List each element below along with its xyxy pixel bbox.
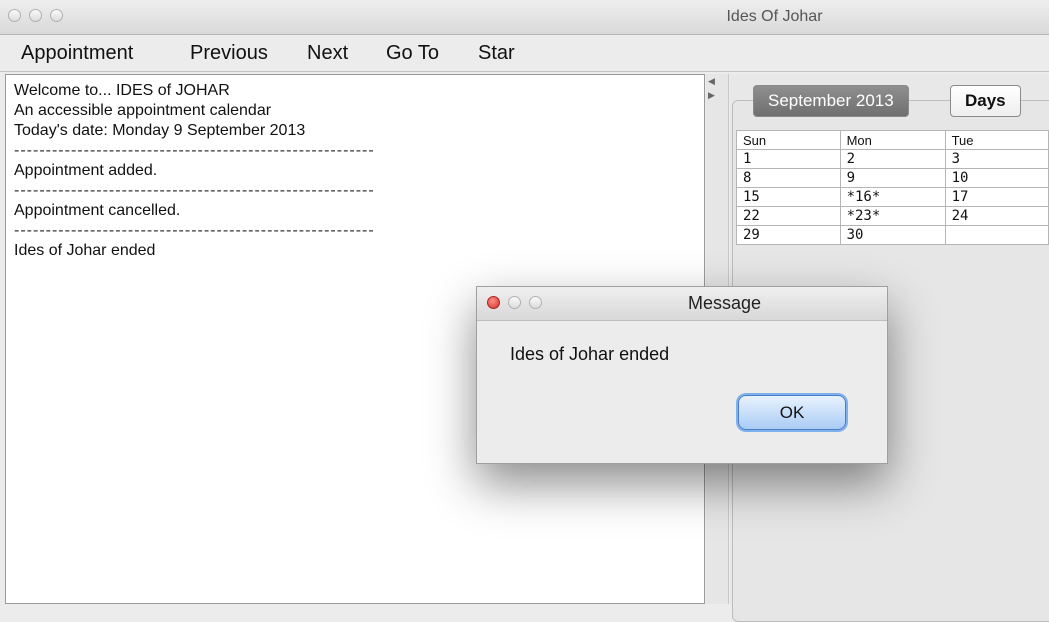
log-line: Ides of Johar ended	[14, 242, 156, 259]
calendar-day[interactable]: *23*	[839, 206, 946, 226]
calendar-grid: Sun Mon Tue 1 2 3 8 9 10 15 *16* 17 22 *…	[736, 130, 1049, 245]
log-divider: ----------------------------------------…	[14, 182, 375, 199]
tab-month[interactable]: September 2013	[753, 85, 909, 117]
dialog-titlebar: Message	[477, 287, 887, 321]
log-divider: ----------------------------------------…	[14, 142, 375, 159]
weekday-header: Sun	[736, 130, 841, 150]
menu-next[interactable]: Next	[307, 42, 348, 65]
calendar-day[interactable]: 8	[736, 168, 841, 188]
menu-appointment[interactable]: Appointment	[21, 42, 133, 65]
ok-button[interactable]: OK	[738, 395, 846, 430]
dialog-title: Message	[687, 293, 762, 313]
calendar-day[interactable]: *16*	[839, 187, 946, 207]
calendar-week-row: 22 *23* 24	[736, 206, 1049, 226]
collapse-right-icon[interactable]: ▶	[708, 90, 715, 101]
log-line: Today's date: Monday 9 September 2013	[14, 122, 306, 139]
calendar-week-row: 8 9 10	[736, 168, 1049, 188]
calendar-week-row: 29 30	[736, 225, 1049, 245]
menu-star[interactable]: Star	[478, 42, 515, 65]
calendar-day[interactable]: 22	[736, 206, 841, 226]
log-divider: ----------------------------------------…	[14, 222, 375, 239]
calendar-week-row: 1 2 3	[736, 149, 1049, 169]
log-line: An accessible appointment calendar	[14, 102, 272, 119]
calendar-day[interactable]: 17	[944, 187, 1049, 207]
calendar-day[interactable]: 3	[944, 149, 1049, 169]
dialog-message: Ides of Johar ended	[510, 344, 670, 364]
calendar-header-row: Sun Mon Tue	[736, 130, 1049, 150]
log-line: Appointment cancelled.	[14, 202, 181, 219]
calendar-day[interactable]: 2	[839, 149, 946, 169]
log-line: Appointment added.	[14, 162, 158, 179]
calendar-day[interactable]: 15	[736, 187, 841, 207]
menu-go-to[interactable]: Go To	[386, 42, 439, 65]
calendar-week-row: 15 *16* 17	[736, 187, 1049, 207]
calendar-day[interactable]: 1	[736, 149, 841, 169]
calendar-day[interactable]: 30	[839, 225, 946, 245]
window-titlebar: Ides Of Johar	[0, 0, 1049, 35]
collapse-left-icon[interactable]: ◀	[708, 76, 715, 87]
calendar-day[interactable]: 24	[944, 206, 1049, 226]
menu-bar: Appointment Previous Next Go To Star	[0, 35, 1049, 72]
log-line: Welcome to... IDES of JOHAR	[14, 82, 230, 99]
tab-days[interactable]: Days	[950, 85, 1021, 117]
calendar-day[interactable]: 29	[736, 225, 841, 245]
calendar-day[interactable]	[944, 225, 1049, 245]
menu-previous[interactable]: Previous	[190, 42, 268, 65]
calendar-day[interactable]: 10	[944, 168, 1049, 188]
message-dialog: Message Ides of Johar ended OK	[476, 286, 888, 464]
window-title: Ides Of Johar	[726, 8, 823, 25]
weekday-header: Mon	[839, 130, 946, 150]
weekday-header: Tue	[944, 130, 1049, 150]
dialog-window: Message Ides of Johar ended OK	[476, 286, 888, 464]
calendar-day[interactable]: 9	[839, 168, 946, 188]
